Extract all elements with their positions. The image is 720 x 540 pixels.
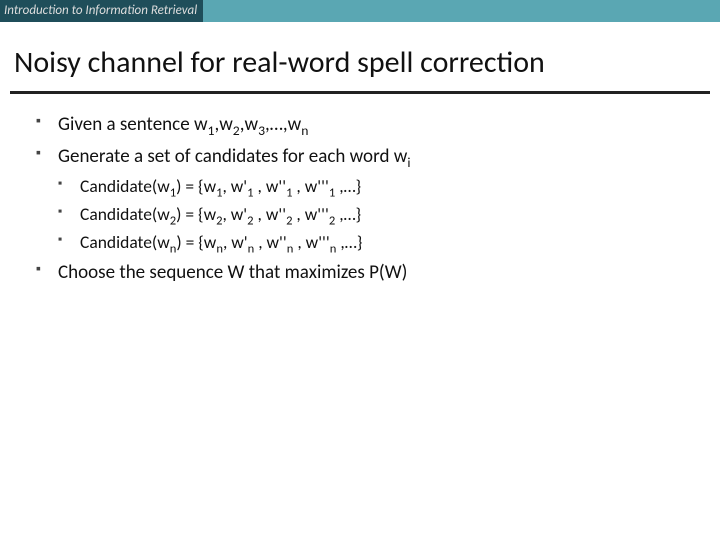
text: , w'': [254, 203, 287, 225]
sub-bullet-1: Candidate(w1) = {w1, w'1 , w''1 , w'''1 …: [58, 175, 700, 199]
slide-title: Noisy channel for real-word spell correc…: [0, 22, 720, 91]
text: ) = {w: [176, 203, 216, 225]
text: ,w: [214, 113, 232, 136]
sub-bullet-list: Candidate(w1) = {w1, w'1 , w''1 , w'''1 …: [58, 175, 700, 254]
text: ,…}: [335, 203, 361, 225]
course-title: Introduction to Information Retrieval: [0, 0, 313, 22]
text: Candidate(w: [80, 175, 170, 197]
text: , w'': [254, 175, 287, 197]
sub: n: [301, 122, 308, 139]
text: Choose the sequence W that maximizes P(W…: [58, 261, 407, 284]
sub: 2: [233, 122, 240, 139]
text: , w''': [293, 231, 329, 253]
text: ,…}: [336, 231, 362, 253]
sub-bullet-2: Candidate(w2) = {w2, w'2 , w''2 , w'''2 …: [58, 203, 700, 227]
text: , w'': [254, 231, 287, 253]
text: , w''': [292, 175, 328, 197]
bullet-3: Choose the sequence W that maximizes P(W…: [36, 260, 700, 286]
bullet-1: Given a sentence w1,w2,w3,…,wn: [36, 112, 700, 138]
header-accent: [313, 0, 720, 22]
text: Given a sentence w: [58, 113, 208, 136]
text: , w': [222, 175, 247, 197]
text: Candidate(w: [80, 231, 170, 253]
text: , w''': [292, 203, 328, 225]
sub: i: [407, 153, 410, 170]
text: ) = {w: [176, 231, 216, 253]
text: , w': [222, 203, 247, 225]
sub: n: [216, 241, 223, 256]
text: ,w: [240, 113, 258, 136]
title-underline: [10, 91, 710, 94]
sub: 3: [258, 122, 265, 139]
text: ) = {w: [176, 175, 216, 197]
text: Candidate(w: [80, 203, 170, 225]
header-bar: Introduction to Information Retrieval: [0, 0, 720, 22]
text: ,…,w: [265, 113, 301, 136]
sub-bullet-3: Candidate(wn) = {wn, w'n , w''n , w'''n …: [58, 231, 700, 255]
text: , w': [223, 231, 248, 253]
text: ,…}: [335, 175, 361, 197]
bullet-2: Generate a set of candidates for each wo…: [36, 144, 700, 255]
content-area: Given a sentence w1,w2,w3,…,wn Generate …: [0, 112, 720, 286]
text: Generate a set of candidates for each wo…: [58, 145, 407, 168]
bullet-list: Given a sentence w1,w2,w3,…,wn Generate …: [36, 112, 700, 286]
